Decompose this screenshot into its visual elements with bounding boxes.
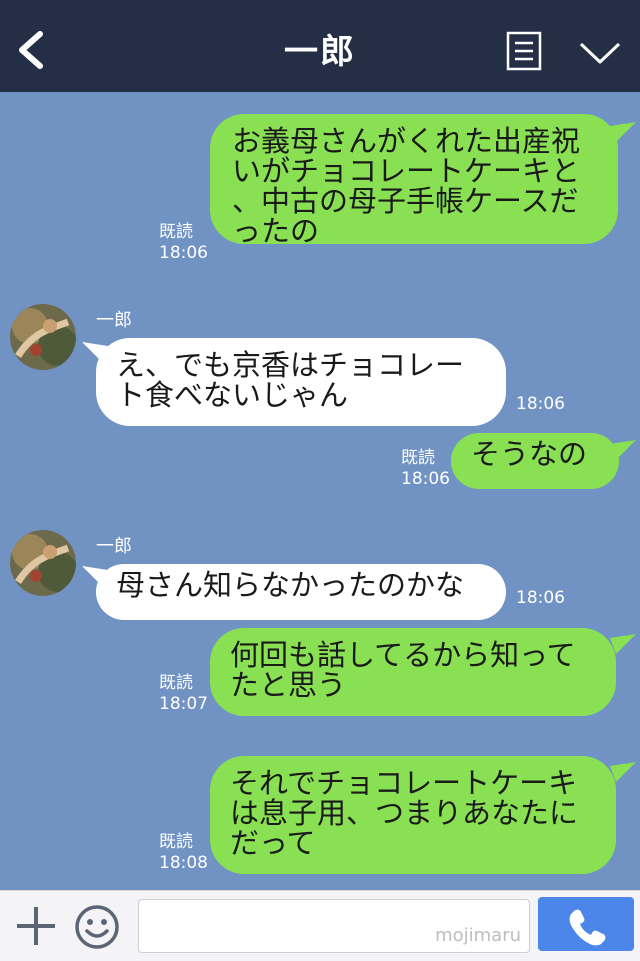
smiley-icon[interactable] [74,904,120,950]
incoming-message-bubble[interactable]: え、でも京香はチョコレー ト食べないじゃん [96,338,506,426]
outgoing-message-bubble[interactable]: お義母さんがくれた出産祝 いがチョコレートケーキと 、中古の母子手帳ケースだ っ… [210,114,618,246]
message-time: 18:08 [159,853,208,873]
watermark: mojimaru [435,925,521,946]
bubble-tail [610,440,636,460]
phone-icon [569,909,606,946]
bubble-tail [610,762,636,782]
read-receipt: 既読 18:06 [159,222,208,264]
sender-name: 一郎 [96,536,132,557]
chat-header: 一郎 [0,0,640,92]
read-receipt: 既読 18:08 [159,832,208,874]
message-time: 18:06 [516,394,565,414]
read-label: 既読 [159,832,193,852]
sender-name: 一郎 [96,310,132,331]
chat-area: お義母さんがくれた出産祝 いがチョコレートケーキと 、中古の母子手帳ケースだ っ… [0,92,640,890]
list-menu-icon[interactable] [506,31,542,71]
message-input-bar: mojimaru [0,890,640,961]
message-input[interactable]: mojimaru [138,899,530,953]
read-receipt: 既読 18:06 [401,448,450,490]
avatar-image [10,530,76,596]
call-button[interactable] [538,897,634,951]
plus-icon[interactable] [14,904,58,948]
incoming-message-bubble[interactable]: 母さん知らなかったのかな [96,564,506,620]
read-receipt: 既読 18:07 [159,673,208,715]
bubble-tail [610,634,636,654]
chevron-down-icon[interactable] [578,38,622,68]
bubble-tail [82,566,108,586]
read-label: 既読 [159,222,193,242]
bubble-tail [82,342,108,362]
chat-title: 一郎 [284,32,356,72]
bubble-tail [610,122,636,142]
avatar[interactable] [10,530,76,596]
message-time: 18:06 [516,588,565,608]
outgoing-message-bubble[interactable]: それでチョコレートケーキ は息子用、つまりあなたに だって [210,756,616,874]
message-time: 18:07 [159,694,208,714]
outgoing-message-bubble[interactable]: 何回も話してるから知って たと思う [210,628,616,716]
read-label: 既読 [401,448,435,468]
message-time: 18:06 [159,243,208,263]
message-time: 18:06 [401,469,450,489]
outgoing-message-bubble[interactable]: そうなの [451,433,619,489]
avatar-image [10,304,76,370]
avatar[interactable] [10,304,76,370]
read-label: 既読 [159,673,193,693]
